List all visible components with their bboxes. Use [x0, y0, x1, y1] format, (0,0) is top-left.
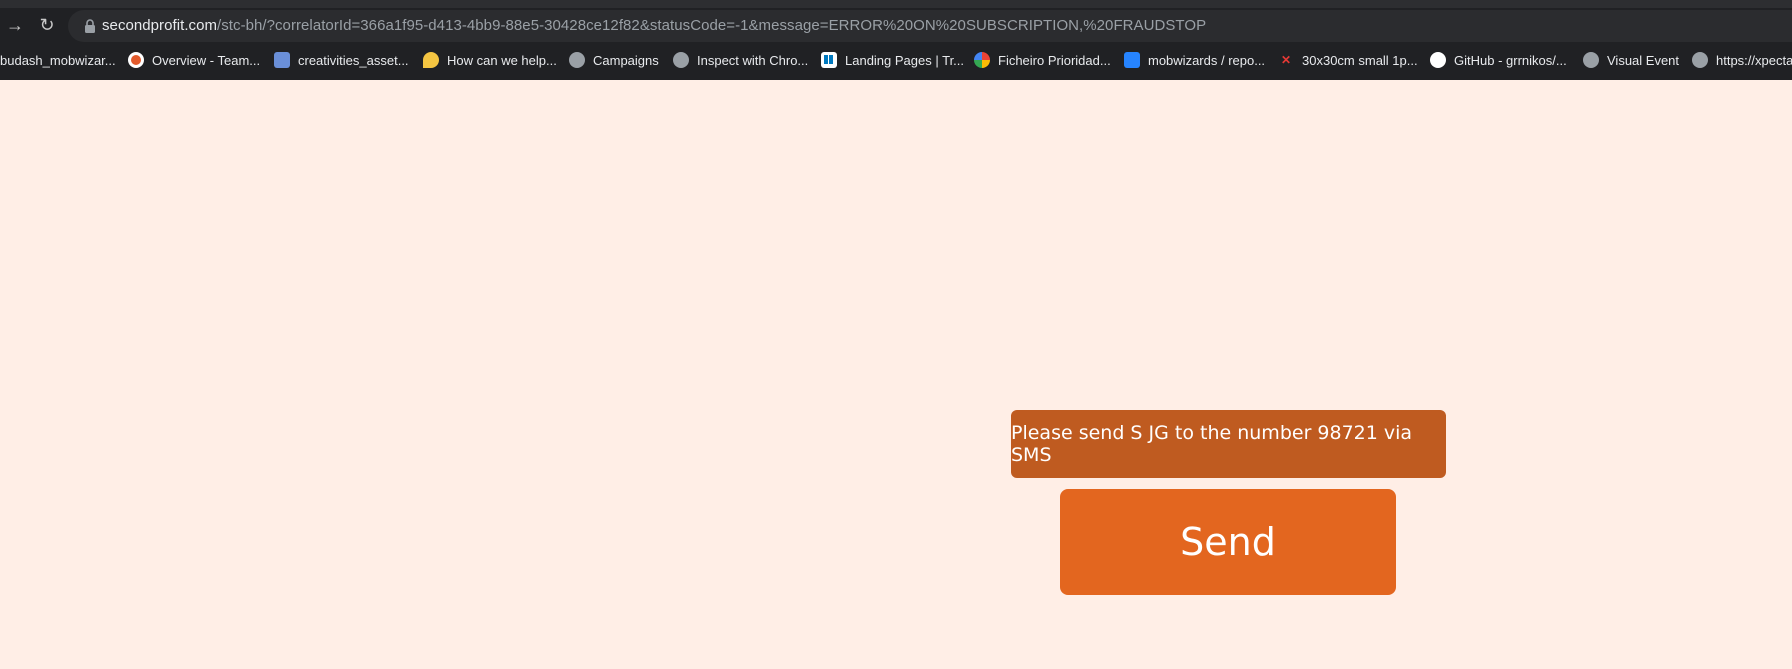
- bookmark-item[interactable]: creativities_asset...: [274, 49, 409, 71]
- globe-icon: [673, 52, 689, 68]
- bookmark-item[interactable]: Ficheiro Prioridad...: [974, 49, 1111, 71]
- reload-icon[interactable]: ↻: [36, 14, 58, 36]
- bookmark-item[interactable]: https://xpecta: [1692, 49, 1792, 71]
- tab-strip-edge: [0, 0, 1792, 8]
- bookmark-label: Campaigns: [593, 52, 659, 68]
- url-text[interactable]: secondprofit.com/stc-bh/?correlatorId=36…: [102, 17, 1206, 35]
- browser-chrome: → ↻ secondprofit.com/stc-bh/?correlatorI…: [0, 0, 1792, 80]
- mobwizards-icon: [128, 52, 144, 68]
- bookmark-label: Ficheiro Prioridad...: [998, 52, 1111, 68]
- bookmark-label: creativities_asset...: [298, 52, 409, 68]
- red-icon: ✕: [1280, 53, 1292, 67]
- lock-icon: [85, 19, 95, 33]
- globe-icon: [569, 52, 585, 68]
- bookmark-label: Landing Pages | Tr...: [845, 52, 965, 68]
- bookmark-item[interactable]: budash_mobwizar...: [0, 49, 116, 71]
- grid-icon: [274, 52, 290, 68]
- bookmark-item[interactable]: How can we help...: [423, 49, 557, 71]
- bookmark-label: https://xpecta: [1716, 52, 1792, 68]
- forward-arrow-icon[interactable]: →: [4, 14, 26, 36]
- bookmark-item[interactable]: Visual Event: [1583, 49, 1679, 71]
- bookmark-label: 30x30cm small 1p...: [1302, 52, 1418, 68]
- globe-icon: [1692, 52, 1708, 68]
- send-button[interactable]: Send: [1060, 489, 1396, 595]
- bookmark-label: mobwizards / repo...: [1148, 52, 1266, 68]
- bookmark-label: How can we help...: [447, 52, 557, 68]
- bookmark-item[interactable]: Landing Pages | Tr...: [821, 49, 964, 71]
- bookmark-item[interactable]: mobwizards / repo...: [1124, 49, 1265, 71]
- google-icon: [974, 52, 990, 68]
- bookmark-item[interactable]: Campaigns: [569, 49, 659, 71]
- bookmark-label: Inspect with Chro...: [697, 52, 809, 68]
- trello-icon: [821, 52, 837, 68]
- bitbucket-icon: [1124, 52, 1140, 68]
- bookmark-label: GitHub - grrnikos/...: [1454, 52, 1567, 68]
- send-button-label: Send: [1180, 520, 1276, 564]
- globe-icon: [1583, 52, 1599, 68]
- url-path: /stc-bh/?correlatorId=366a1f95-d413-4bb9…: [217, 17, 1207, 34]
- help-icon: [423, 52, 439, 68]
- bookmark-label: Visual Event: [1607, 52, 1680, 68]
- sms-instruction-text: Please send S JG to the number 98721 via…: [1011, 422, 1413, 466]
- bookmark-item[interactable]: Overview - Team...: [128, 49, 260, 71]
- bookmark-item[interactable]: ✕ 30x30cm small 1p...: [1278, 49, 1418, 71]
- bookmark-item[interactable]: Inspect with Chro...: [673, 49, 808, 71]
- sms-instruction-message: Please send S JG to the number 98721 via…: [1011, 410, 1446, 478]
- bookmark-label: budash_mobwizar...: [0, 52, 116, 68]
- address-bar[interactable]: secondprofit.com/stc-bh/?correlatorId=36…: [68, 10, 1792, 42]
- bookmarks-bar: budash_mobwizar... Overview - Team... cr…: [0, 49, 1792, 71]
- github-icon: [1430, 52, 1446, 68]
- bookmark-label: Overview - Team...: [152, 52, 261, 68]
- bookmark-item[interactable]: GitHub - grrnikos/...: [1430, 49, 1567, 71]
- url-host: secondprofit.com: [102, 17, 218, 34]
